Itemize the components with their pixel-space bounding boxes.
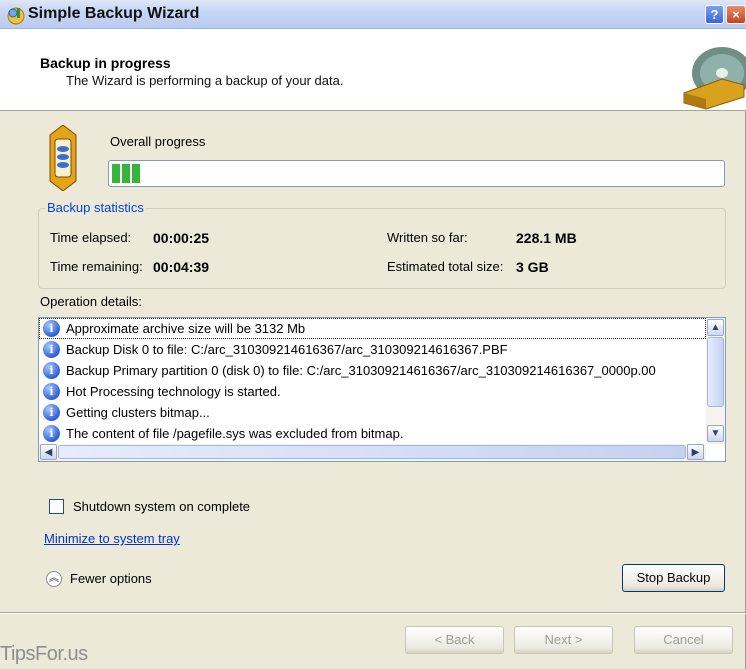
progress-fill bbox=[112, 164, 143, 183]
help-button[interactable]: ? bbox=[705, 5, 724, 24]
list-item[interactable]: i Hot Processing technology is started. bbox=[39, 381, 706, 402]
time-elapsed-value: 00:00:25 bbox=[153, 230, 210, 246]
horizontal-scroll-thumb[interactable] bbox=[58, 445, 686, 459]
vertical-scroll-thumb[interactable] bbox=[707, 337, 724, 407]
estimated-total-label: Estimated total size: bbox=[387, 259, 504, 274]
info-icon: i bbox=[43, 320, 60, 337]
cancel-button[interactable]: Cancel bbox=[634, 626, 733, 654]
minimize-to-tray-link[interactable]: Minimize to system tray bbox=[44, 531, 180, 546]
disk-backup-graphic bbox=[683, 47, 746, 110]
chevron-up-icon[interactable]: ︽ bbox=[46, 571, 62, 587]
title-bar[interactable]: Simple Backup Wizard ? × bbox=[0, 0, 746, 29]
list-item[interactable]: i Backup Primary partition 0 (disk 0) to… bbox=[39, 360, 706, 381]
overall-progress-bar bbox=[108, 160, 725, 187]
watermark: TipsFor.us bbox=[0, 643, 88, 665]
backup-wizard-icon bbox=[7, 7, 25, 25]
time-remaining-label: Time remaining: bbox=[50, 259, 143, 274]
scroll-up-button[interactable]: ▲ bbox=[707, 319, 724, 336]
list-item[interactable]: i Getting clusters bitmap... bbox=[39, 402, 706, 423]
next-button[interactable]: Next > bbox=[514, 626, 613, 654]
shutdown-checkbox-label[interactable]: Shutdown system on complete bbox=[73, 499, 250, 514]
operation-details-list[interactable]: i Approximate archive size will be 3132 … bbox=[38, 317, 726, 462]
backup-statistics-group bbox=[38, 208, 726, 289]
overall-progress-label: Overall progress bbox=[110, 134, 206, 149]
shutdown-checkbox[interactable] bbox=[49, 499, 64, 514]
time-remaining-value: 00:04:39 bbox=[153, 259, 210, 275]
list-item-text: Getting clusters bitmap... bbox=[66, 405, 210, 420]
list-item-text: The content of file /pagefile.sys was ex… bbox=[66, 426, 404, 441]
scroll-down-button[interactable]: ▼ bbox=[707, 425, 724, 442]
written-so-far-value: 228.1 MB bbox=[516, 230, 577, 246]
horizontal-scrollbar[interactable]: ◀ ▶ bbox=[39, 444, 706, 461]
backup-statistics-legend: Backup statistics bbox=[45, 200, 146, 215]
page-title: Backup in progress bbox=[40, 55, 171, 71]
list-item-text: Backup Disk 0 to file: C:/arc_3103092146… bbox=[66, 342, 508, 357]
list-item-text: Hot Processing technology is started. bbox=[66, 384, 281, 399]
operation-details-label: Operation details: bbox=[40, 294, 142, 309]
written-so-far-label: Written so far: bbox=[387, 230, 468, 245]
info-icon: i bbox=[43, 383, 60, 400]
estimated-total-value: 3 GB bbox=[516, 259, 549, 275]
backup-package-icon bbox=[49, 125, 77, 191]
vertical-scrollbar[interactable]: ▲ ▼ bbox=[706, 318, 725, 444]
info-icon: i bbox=[43, 425, 60, 442]
stop-backup-button[interactable]: Stop Backup bbox=[622, 564, 725, 592]
info-icon: i bbox=[43, 341, 60, 358]
page-subtitle: The Wizard is performing a backup of you… bbox=[66, 73, 344, 88]
footer-divider bbox=[0, 612, 746, 614]
scroll-left-button[interactable]: ◀ bbox=[40, 444, 57, 460]
header-panel: Backup in progress The Wizard is perform… bbox=[0, 29, 746, 111]
window-title: Simple Backup Wizard bbox=[28, 5, 200, 22]
list-item-text: Approximate archive size will be 3132 Mb bbox=[66, 321, 306, 336]
info-icon: i bbox=[43, 404, 60, 421]
list-item[interactable]: i Approximate archive size will be 3132 … bbox=[39, 318, 706, 339]
list-item[interactable]: i Backup Disk 0 to file: C:/arc_31030921… bbox=[39, 339, 706, 360]
scroll-right-button[interactable]: ▶ bbox=[687, 444, 704, 460]
close-button[interactable]: × bbox=[726, 5, 746, 24]
fewer-options-label[interactable]: Fewer options bbox=[70, 571, 152, 586]
wizard-window: Simple Backup Wizard ? × Backup in progr… bbox=[0, 0, 746, 669]
time-elapsed-label: Time elapsed: bbox=[50, 230, 132, 245]
list-item-text: Backup Primary partition 0 (disk 0) to f… bbox=[66, 363, 656, 378]
info-icon: i bbox=[43, 362, 60, 379]
back-button[interactable]: < Back bbox=[405, 626, 504, 654]
list-item[interactable]: i The content of file /pagefile.sys was … bbox=[39, 423, 706, 444]
